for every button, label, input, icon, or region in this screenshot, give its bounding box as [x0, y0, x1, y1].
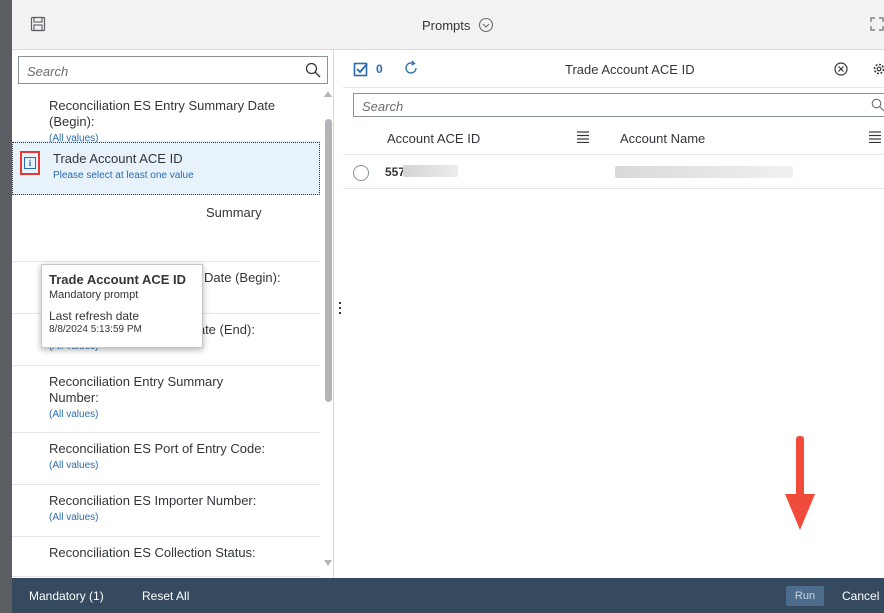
- redacted-account-name-blur: [615, 166, 793, 178]
- list-item[interactable]: Reconciliation ES Importer Number: (All …: [12, 485, 320, 537]
- prompt-label: Reconciliation Entry Summary Number:: [49, 374, 224, 405]
- prompts-footer: Mandatory (1) Reset All Run Cancel: [12, 578, 884, 613]
- scroll-up-arrow-icon[interactable]: [324, 91, 332, 97]
- list-item[interactable]: Reconciliation ES Entry Summary Date (Be…: [12, 90, 320, 144]
- expand-icon[interactable]: [870, 16, 884, 32]
- prompt-search-input[interactable]: Search: [18, 56, 328, 84]
- column-menu-icon[interactable]: [869, 131, 881, 143]
- cancel-button[interactable]: Cancel: [842, 589, 879, 603]
- clear-selection-icon[interactable]: [833, 61, 849, 77]
- prompt-value: (All values): [49, 460, 99, 471]
- info-highlight: i: [20, 151, 40, 175]
- list-item[interactable]: Reconciliation ES Collection Status:: [12, 537, 320, 577]
- search-placeholder: Search: [27, 64, 69, 79]
- scroll-down-arrow-icon[interactable]: [324, 560, 332, 566]
- list-item[interactable]: Reconciliation ES Port of Entry Code: (A…: [12, 433, 320, 485]
- prompt-label: Reconciliation ES Importer Number:: [49, 493, 257, 508]
- prompt-value: (All values): [49, 512, 99, 523]
- list-item-selected[interactable]: i Trade Account ACE ID Please select at …: [12, 142, 320, 195]
- prompt-value: (All values): [49, 409, 99, 420]
- refresh-icon[interactable]: [403, 60, 419, 76]
- value-toolbar: 0 Trade Account ACE ID: [343, 50, 884, 88]
- tooltip-title: Trade Account ACE ID: [49, 272, 187, 287]
- info-icon[interactable]: i: [24, 157, 36, 169]
- prompt-value: Please select at least one value: [53, 170, 194, 181]
- gear-icon[interactable]: [871, 61, 884, 77]
- save-icon[interactable]: [30, 16, 46, 32]
- list-item[interactable]: Reconciliation Entry Summary Number: (Al…: [12, 366, 320, 433]
- column-header-account-name[interactable]: Account Name: [620, 131, 705, 146]
- column-header-account-ace-id[interactable]: Account ACE ID: [387, 131, 480, 146]
- run-button[interactable]: Run: [786, 586, 824, 606]
- mandatory-filter-link[interactable]: Mandatory (1): [29, 589, 104, 603]
- scrollbar-thumb[interactable]: [325, 119, 332, 402]
- prompt-label: Reconciliation ES Collection Status:: [49, 545, 256, 560]
- left-edge-strip: [0, 0, 12, 613]
- prompt-label: Reconciliation ES Entry Summary Date (Be…: [49, 98, 276, 129]
- tooltip-refresh-date: 8/8/2024 5:13:59 PM: [49, 324, 142, 335]
- table-header: Account ACE ID Account Name: [343, 121, 884, 155]
- select-checkbox-icon[interactable]: [353, 61, 369, 77]
- prompt-tooltip: Trade Account ACE ID Mandatory prompt La…: [41, 264, 203, 348]
- reset-all-button[interactable]: Reset All: [142, 589, 189, 603]
- chevron-down-circle-icon[interactable]: [478, 17, 494, 33]
- redacted-id-blur: [403, 165, 458, 177]
- prompt-label: Trade Account ACE ID: [53, 151, 183, 166]
- row-radio-button[interactable]: [353, 165, 369, 181]
- column-menu-icon[interactable]: [577, 131, 589, 143]
- tooltip-refresh-label: Last refresh date: [49, 309, 140, 323]
- prompts-header: Prompts: [12, 0, 884, 50]
- prompt-label: Reconciliation ES Port of Entry Code:: [49, 441, 266, 456]
- selected-count: 0: [376, 62, 383, 76]
- search-icon[interactable]: [871, 98, 884, 112]
- red-arrow-annotation-icon: [785, 436, 815, 530]
- value-search-input[interactable]: Search: [353, 93, 884, 117]
- prompt-label: Date (Begin):: [204, 270, 281, 285]
- search-icon[interactable]: [305, 62, 321, 78]
- page-title: Prompts: [422, 17, 471, 33]
- prompt-label: Summary: [206, 205, 262, 220]
- value-panel-title: Trade Account ACE ID: [565, 62, 695, 77]
- prompt-list-panel: Search Reconciliation ES Entry Summary D…: [12, 50, 334, 578]
- header-title-group: Prompts: [422, 17, 494, 33]
- value-search-placeholder: Search: [362, 99, 404, 114]
- table-row[interactable]: 557: [343, 155, 884, 189]
- tooltip-subtitle: Mandatory prompt: [49, 289, 139, 301]
- list-item[interactable]: Summary: [12, 195, 320, 262]
- panel-splitter-handle[interactable]: [339, 302, 341, 316]
